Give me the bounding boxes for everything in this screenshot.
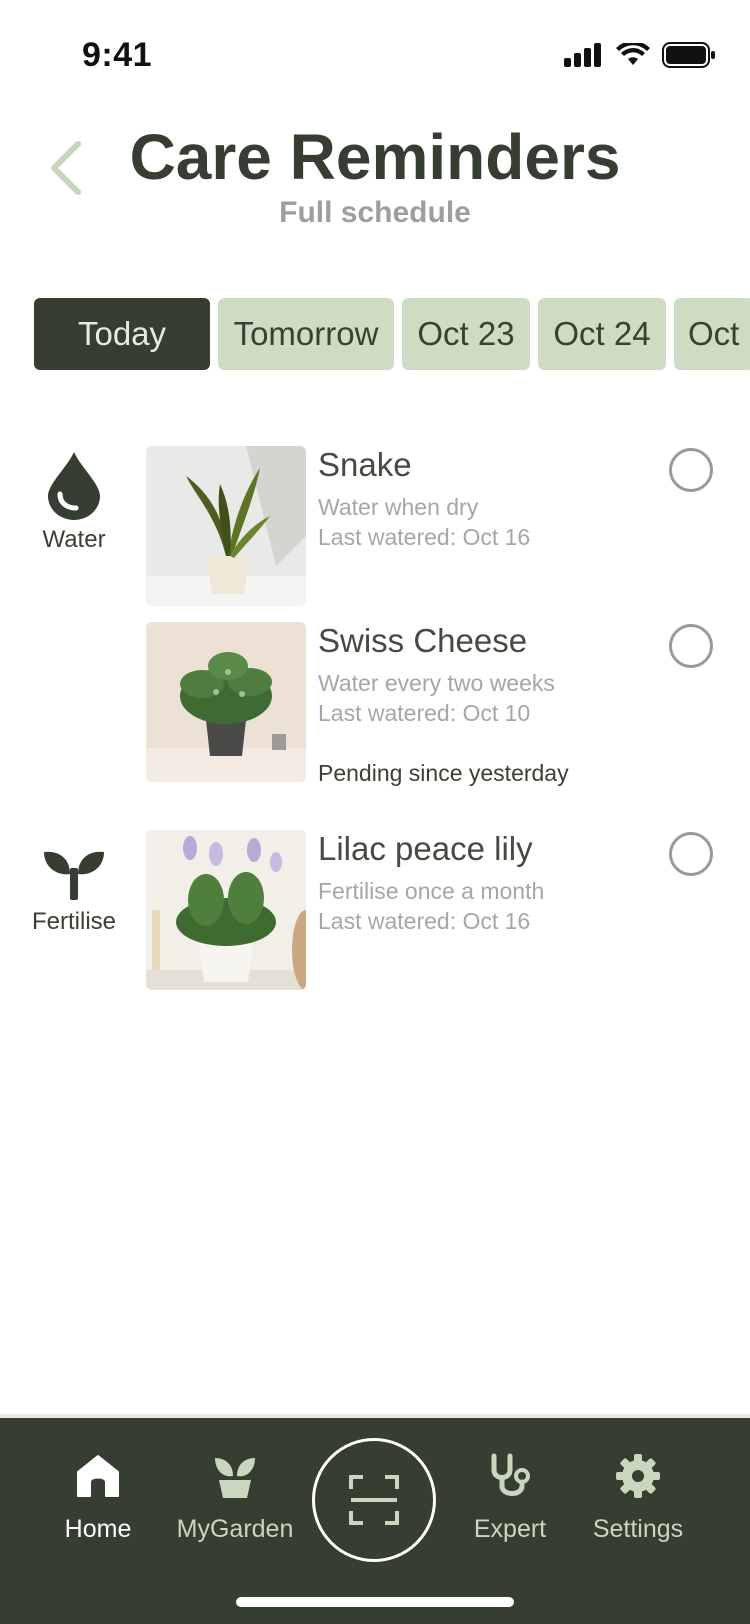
page-title: Care Reminders bbox=[129, 121, 621, 193]
water-drop-icon bbox=[48, 452, 100, 520]
scan-icon bbox=[349, 1475, 399, 1525]
date-tabs: Today Tomorrow Oct 23 Oct 24 Oct bbox=[34, 298, 750, 370]
nav-mygarden-label: MyGarden bbox=[176, 1515, 294, 1543]
category-fertilise-label: Fertilise bbox=[31, 908, 116, 935]
plant-photo-swiss-cheese[interactable] bbox=[146, 622, 306, 782]
nav-settings-label: Settings bbox=[592, 1515, 684, 1543]
plant-last-watered: Last watered: Oct 10 bbox=[318, 700, 531, 726]
nav-expert[interactable]: Expert bbox=[462, 1452, 558, 1544]
plant-name: Snake bbox=[318, 446, 412, 483]
home-indicator bbox=[236, 1597, 514, 1607]
tab-today[interactable]: Today bbox=[34, 298, 210, 370]
wifi-icon bbox=[616, 43, 650, 65]
category-water: Water bbox=[19, 450, 129, 554]
gear-icon bbox=[616, 1454, 660, 1498]
tab-oct-next[interactable]: Oct bbox=[674, 298, 750, 370]
tab-oct-24[interactable]: Oct 24 bbox=[538, 298, 666, 370]
nav-home-label: Home bbox=[64, 1515, 132, 1543]
category-fertilise: Fertilise bbox=[19, 838, 129, 936]
stethoscope-icon bbox=[491, 1453, 530, 1496]
nav-settings[interactable]: Settings bbox=[586, 1452, 690, 1544]
pending-status: Pending since yesterday bbox=[318, 760, 569, 786]
category-water-label: Water bbox=[42, 526, 106, 553]
status-icons bbox=[564, 42, 716, 68]
nav-expert-label: Expert bbox=[473, 1515, 547, 1543]
home-icon bbox=[77, 1455, 119, 1497]
complete-checkbox[interactable] bbox=[669, 624, 713, 668]
scan-button[interactable] bbox=[312, 1438, 436, 1562]
plant-name: Swiss Cheese bbox=[318, 622, 528, 659]
potted-plant-icon bbox=[215, 1458, 255, 1498]
plant-photo-peace-lily[interactable] bbox=[146, 830, 306, 990]
complete-checkbox[interactable] bbox=[669, 448, 713, 492]
tab-tomorrow[interactable]: Tomorrow bbox=[218, 298, 394, 370]
plant-photo-snake[interactable] bbox=[146, 446, 306, 606]
plant-last-watered: Last watered: Oct 16 bbox=[318, 524, 531, 550]
plant-instruction: Fertilise once a month bbox=[318, 878, 545, 904]
plant-instruction: Water when dry bbox=[318, 494, 479, 520]
plant-instruction: Water every two weeks bbox=[318, 670, 555, 696]
sprout-icon bbox=[44, 851, 104, 900]
plant-name: Lilac peace lily bbox=[318, 830, 533, 867]
complete-checkbox[interactable] bbox=[669, 832, 713, 876]
plant-last-watered: Last watered: Oct 16 bbox=[318, 908, 531, 934]
status-time: 9:41 bbox=[82, 36, 153, 74]
nav-mygarden[interactable]: MyGarden bbox=[170, 1452, 300, 1544]
cellular-signal-icon bbox=[564, 43, 601, 67]
page-subtitle: Full schedule bbox=[279, 196, 471, 229]
tab-oct-23[interactable]: Oct 23 bbox=[402, 298, 530, 370]
nav-home[interactable]: Home bbox=[52, 1452, 144, 1544]
battery-icon bbox=[662, 42, 715, 68]
